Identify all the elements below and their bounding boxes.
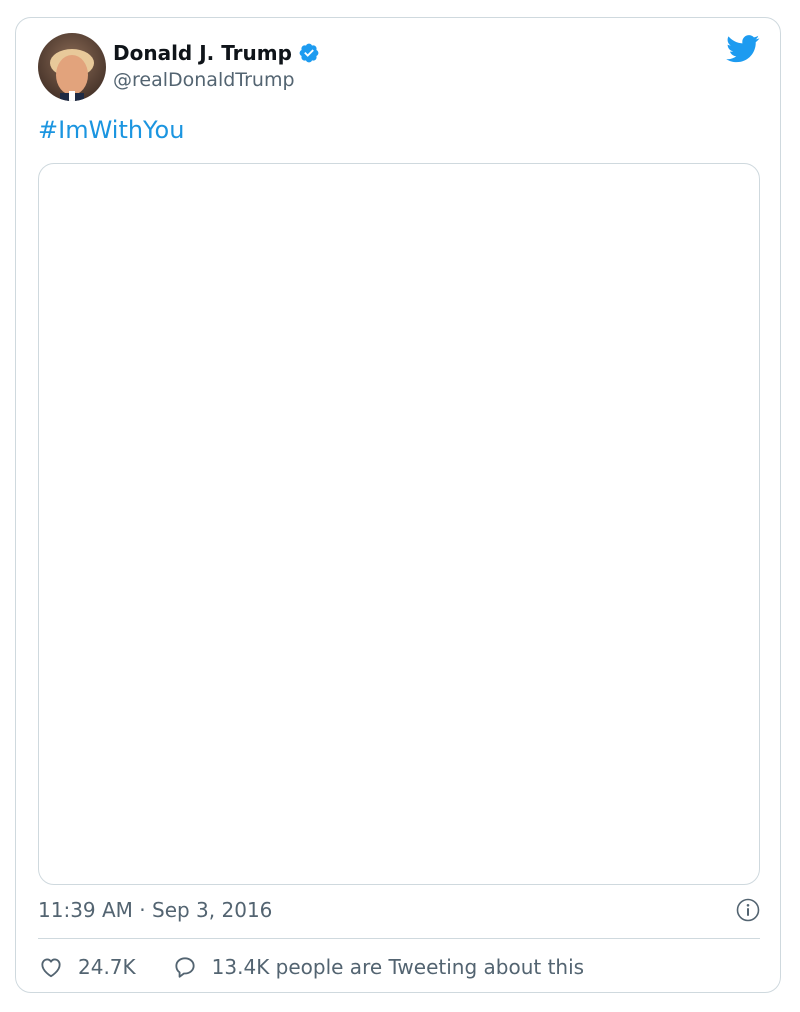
verified-badge-icon [299, 43, 319, 63]
tweet-timestamp[interactable]: 11:39 AM · Sep 3, 2016 [38, 898, 272, 922]
tweet-media[interactable] [38, 163, 760, 885]
twitter-bird-icon[interactable] [726, 35, 760, 63]
divider [38, 938, 760, 939]
tweet-card[interactable]: Donald J. Trump @realDonaldTrump #ImWith… [15, 17, 781, 993]
tweet-actions: 24.7K 13.4K people are Tweeting about th… [38, 954, 584, 980]
like-count: 24.7K [78, 955, 136, 979]
tweet-text: #ImWithYou [38, 116, 184, 144]
author-name-row: Donald J. Trump [113, 41, 320, 65]
author-handle[interactable]: @realDonaldTrump [113, 69, 295, 91]
tweeting-about-text: 13.4K people are Tweeting about this [211, 955, 585, 979]
reply-bubble-icon [175, 957, 195, 978]
tweeting-about-link[interactable]: 13.4K people are Tweeting about this [172, 954, 584, 980]
hashtag-link[interactable]: #ImWithYou [38, 116, 184, 144]
like-button[interactable]: 24.7K [38, 954, 136, 980]
heart-icon [41, 958, 61, 978]
avatar[interactable] [38, 33, 106, 101]
info-icon[interactable] [736, 898, 760, 922]
author-display-name[interactable]: Donald J. Trump [113, 41, 292, 65]
